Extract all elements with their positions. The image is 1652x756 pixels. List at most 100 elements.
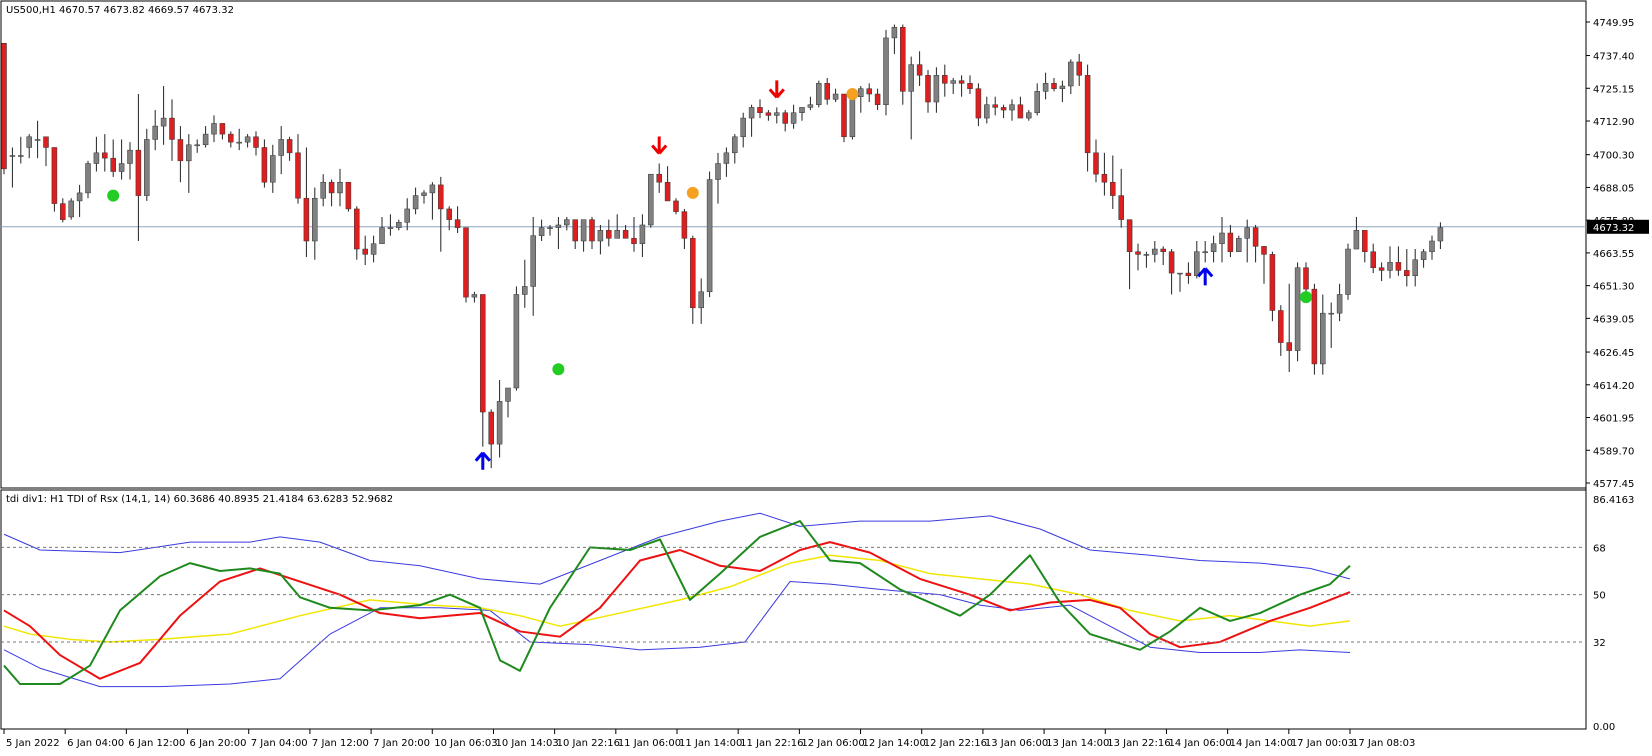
bull-candle (698, 291, 704, 309)
bull-candle (152, 125, 158, 140)
bull-candle (404, 208, 410, 223)
bear-candle (606, 230, 612, 239)
bear-candle (841, 93, 847, 138)
bull-candle (1345, 248, 1351, 295)
bear-candle (1269, 254, 1276, 311)
tdi-axis-label: 68 (1593, 543, 1606, 554)
bear-candle (354, 208, 360, 250)
bull-candle (648, 173, 654, 226)
time-axis-label: 11 Jan 06:00 (618, 738, 681, 749)
bear-candle (925, 75, 931, 103)
bull-candle (1328, 312, 1334, 315)
time-axis-label: 13 Jan 22:16 (1107, 738, 1170, 749)
bear-candle (824, 83, 830, 100)
tdi-axis-label: 50 (1593, 591, 1606, 602)
green-signal-dot (552, 363, 565, 376)
bear-candle (900, 26, 906, 92)
bull-candle (908, 64, 914, 92)
bull-candle (396, 222, 402, 228)
bear-candle (253, 136, 259, 148)
tdi-axis-label: 32 (1593, 638, 1606, 649)
bull-candle (816, 83, 822, 105)
bear-candle (345, 181, 352, 210)
bull-candle (337, 181, 343, 194)
bull-candle (748, 107, 755, 119)
bear-candle (1017, 104, 1024, 119)
bull-candle (883, 37, 889, 105)
bull-candle (387, 227, 394, 229)
tdi-indicator-header: tdi div1: H1 TDI of Rsx (14,1, 14) 60.36… (6, 494, 393, 505)
bull-candle (706, 179, 713, 293)
bear-candle (673, 200, 679, 212)
bull-candle (723, 152, 730, 164)
bear-candle (757, 107, 763, 113)
bear-candle (1160, 248, 1166, 252)
bear-candle (589, 219, 595, 242)
price-axis-label: 4663.55 (1593, 249, 1634, 260)
bull-candle (34, 139, 41, 141)
bull-candle (774, 112, 780, 116)
time-axis-label: 14 Jan 06:00 (1168, 738, 1231, 749)
bull-candle (1059, 85, 1066, 89)
bull-candle (740, 117, 746, 138)
bear-candle (690, 238, 696, 309)
bear-candle (1311, 288, 1318, 365)
bull-candle (715, 163, 721, 180)
bull-candle (1194, 251, 1200, 277)
bull-candle (1143, 254, 1150, 256)
time-axis-label: 10 Jan 14:03 (495, 738, 558, 749)
bear-candle (1303, 267, 1309, 290)
bear-candle (664, 181, 671, 202)
bull-candle (933, 75, 940, 103)
chart-canvas[interactable]: 4749.95 4737.40 4725.15 4712.90 4700.30 4688.… (0, 0, 1652, 752)
orange-signal-dot (846, 88, 859, 101)
price-axis-label: 4688.05 (1593, 183, 1634, 194)
price-axis-label: 4749.95 (1593, 18, 1634, 29)
bull-candle (471, 294, 478, 298)
bear-candle (1404, 270, 1410, 277)
tdi-indicator-panel[interactable] (0, 489, 1587, 730)
bear-candle (681, 211, 688, 239)
bear-candle (362, 248, 368, 255)
bear-candle (1126, 219, 1133, 252)
bear-candle (874, 93, 881, 105)
bull-candle (1068, 61, 1074, 87)
price-axis-label: 4626.45 (1593, 348, 1634, 359)
bear-candle (1084, 75, 1091, 154)
bull-candle (1034, 91, 1040, 113)
main-chart-header: US500,H1 4670.57 4673.82 4669.57 4673.32 (6, 5, 234, 16)
bull-candle (270, 155, 276, 183)
time-axis-label: 12 Jan 06:00 (801, 738, 864, 749)
bear-candle (261, 147, 268, 183)
time-axis-label: 12 Jan 22:16 (924, 738, 987, 749)
bull-candle (522, 286, 528, 295)
bull-candle (564, 219, 570, 226)
price-axis-label: 4737.40 (1593, 52, 1634, 63)
bull-candle (421, 192, 427, 196)
bull-candle (1152, 248, 1158, 255)
bull-candle (118, 163, 125, 172)
trading-chart[interactable]: 4749.95 4737.40 4725.15 4712.90 4700.30 4688.… (0, 0, 1652, 752)
price-axis-label: 4601.95 (1593, 414, 1634, 425)
bear-candle (1118, 195, 1124, 220)
bull-candle (799, 107, 805, 113)
bull-candle (68, 200, 74, 218)
time-axis-label: 6 Jan 20:00 (190, 738, 247, 749)
bull-candle (547, 227, 553, 229)
price-axis-label: 4577.45 (1593, 479, 1634, 490)
time-axis-label: 5 Jan 2022 (6, 738, 60, 749)
bear-candle (1227, 232, 1234, 252)
bull-candle (26, 136, 32, 148)
time-axis-label: 17 Jan 00:03 (1291, 738, 1354, 749)
bull-candle (370, 243, 377, 255)
bear-candle (622, 230, 629, 239)
bear-candle (135, 149, 142, 196)
bull-candle (1387, 262, 1393, 271)
bear-candle (942, 75, 948, 84)
bear-candle (1110, 181, 1116, 196)
bull-candle (202, 133, 209, 146)
bull-candle (1177, 272, 1183, 275)
bear-candle (1278, 310, 1284, 343)
bull-candle (580, 219, 587, 242)
bull-candle (1244, 227, 1250, 239)
